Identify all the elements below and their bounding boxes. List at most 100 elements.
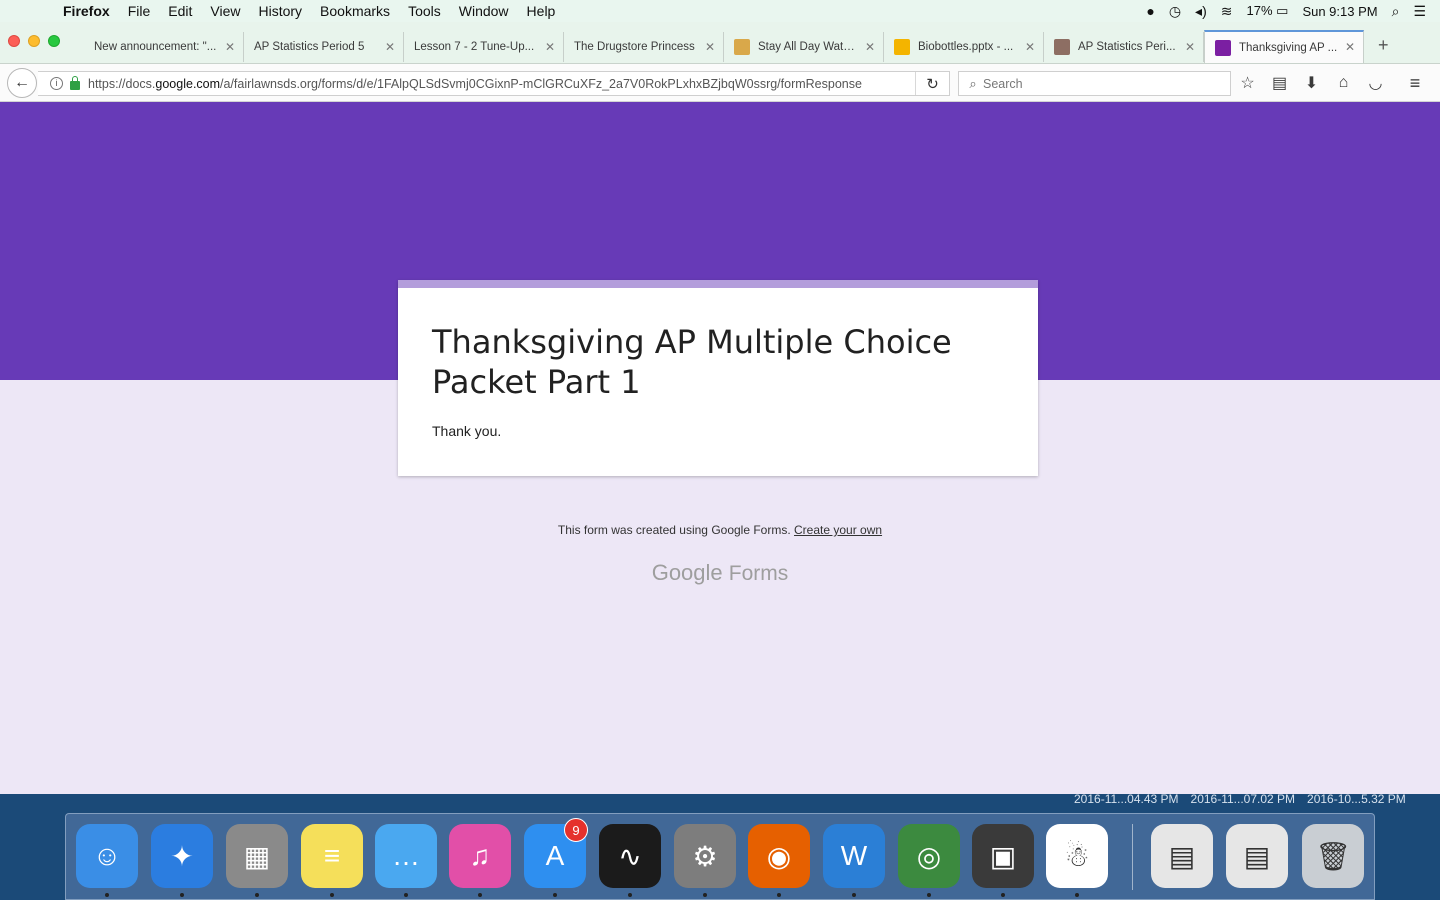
notes-icon[interactable]: ≡ <box>301 824 363 888</box>
browser-tab[interactable]: AP Statistics Peri... ✕ <box>1044 32 1204 62</box>
dock-running-indicator <box>478 893 482 897</box>
form-title: Thanksgiving AP Multiple Choice Packet P… <box>432 323 952 401</box>
hamburger-menu-icon[interactable]: ≡ <box>1402 72 1428 94</box>
dock-running-indicator <box>255 893 259 897</box>
dock-separator <box>1132 824 1133 890</box>
tab-close-icon[interactable]: ✕ <box>1345 40 1355 54</box>
window-zoom-button[interactable] <box>48 35 60 47</box>
tab-title: AP Statistics Peri... <box>1078 41 1176 53</box>
tab-favicon-icon <box>1054 39 1070 55</box>
dock: ☺ ✦ ▦ ≡… ♫ A 9 ∿ ⚙ ◉ W ◎ ▣ ☃ ▤ ▤ 🗑 <box>65 813 1375 900</box>
app-store-icon[interactable]: A9 <box>524 818 588 888</box>
bookmarks-menu-icon[interactable]: ▤ <box>1268 72 1291 94</box>
secure-lock-icon[interactable] <box>70 75 80 90</box>
status-app-icon[interactable]: ● <box>1146 0 1154 22</box>
toolbar-icons: ☆ ▤ ⬇ ⌂ ◡ <box>1236 72 1387 94</box>
spotlight-search-icon[interactable]: ⌕ <box>1392 0 1400 22</box>
tab-close-icon[interactable]: ✕ <box>705 40 715 54</box>
browser-tab[interactable]: Biobottles.pptx - ... ✕ <box>884 32 1044 62</box>
window-close-button[interactable] <box>8 35 20 47</box>
home-icon[interactable]: ⌂ <box>1332 72 1355 94</box>
safari-icon[interactable]: ✦ <box>151 824 213 888</box>
tab-close-icon[interactable]: ✕ <box>1185 40 1195 54</box>
logo-google-word: Google <box>651 560 723 585</box>
search-bar[interactable]: ⌕ Search <box>958 71 1231 96</box>
desktop-file-label[interactable]: 2016-11...04.43 PM <box>1074 792 1179 806</box>
browser-tab[interactable]: AP Statistics Period 5 ✕ <box>244 32 404 62</box>
url-path: /a/fairlawnsds.org/forms/d/e/1FAlpQLSdSv… <box>220 76 862 91</box>
menu-tools[interactable]: Tools <box>399 0 450 22</box>
tab-favicon-icon <box>734 39 750 55</box>
dock-running-indicator <box>553 893 557 897</box>
dock-running-indicator <box>404 893 408 897</box>
url-bar[interactable]: i https://docs.google.com/a/fairlawnsds.… <box>38 71 950 96</box>
downloads-icon[interactable]: ⬇ <box>1300 72 1323 94</box>
tab-favicon-icon <box>894 39 910 55</box>
tab-title: Stay All Day Wate... <box>758 41 859 53</box>
google-forms-logo[interactable]: Google Forms <box>0 560 1440 586</box>
menu-file[interactable]: File <box>119 0 160 22</box>
menu-bar: Firefox File Edit View History Bookmarks… <box>0 0 1440 22</box>
new-tab-button[interactable]: + <box>1378 35 1389 56</box>
browser-tab[interactable]: Lesson 7 - 2 Tune-Up... ✕ <box>404 32 564 62</box>
dock-running-indicator <box>330 893 334 897</box>
reload-button[interactable]: ↻ <box>915 72 949 95</box>
url-host: google.com <box>155 76 221 91</box>
firefox-icon[interactable]: ◉ <box>748 824 810 888</box>
desktop-file-label[interactable]: 2016-10...5.32 PM <box>1307 792 1406 806</box>
menu-window[interactable]: Window <box>450 0 518 22</box>
calculator-icon[interactable]: ▦ <box>226 824 288 888</box>
browser-tab[interactable]: New announcement: "... ✕ <box>84 32 244 62</box>
back-button[interactable]: ← <box>7 68 37 98</box>
pocket-icon[interactable]: ◡ <box>1364 72 1387 94</box>
dock-running-indicator <box>703 893 707 897</box>
window-minimize-button[interactable] <box>28 35 40 47</box>
browser-tab[interactable]: Stay All Day Wate... ✕ <box>724 32 884 62</box>
volume-icon[interactable]: ◂) <box>1195 0 1207 22</box>
site-info-icon[interactable]: i <box>50 77 63 90</box>
itunes-icon[interactable]: ♫ <box>449 824 511 888</box>
browser-tab[interactable]: Thanksgiving AP ... ✕ <box>1204 30 1364 63</box>
back-arrow-icon: ← <box>14 74 30 91</box>
wifi-icon[interactable]: ≋ <box>1221 0 1233 22</box>
printer-icon[interactable]: ▣ <box>972 824 1034 888</box>
tab-close-icon[interactable]: ✕ <box>225 40 235 54</box>
tab-close-icon[interactable]: ✕ <box>545 40 555 54</box>
url-text[interactable]: https://docs.google.com/a/fairlawnsds.or… <box>88 77 915 91</box>
tab-close-icon[interactable]: ✕ <box>1025 40 1035 54</box>
trash-icon[interactable]: 🗑 <box>1302 824 1364 888</box>
tab-title: Biobottles.pptx - ... <box>918 41 1014 53</box>
finder-icon[interactable]: ☺ <box>76 824 138 888</box>
desktop-file-labels: 2016-11...04.43 PM 2016-11...07.02 PM 20… <box>1074 792 1406 806</box>
menu-app-name[interactable]: Firefox <box>54 0 119 22</box>
document-thumbnail-icon[interactable]: ▤ <box>1226 824 1288 888</box>
tab-close-icon[interactable]: ✕ <box>865 40 875 54</box>
tab-title: The Drugstore Princess <box>574 41 695 53</box>
chrome-icon[interactable]: ◎ <box>898 824 960 888</box>
battery-percent[interactable]: 17% ▭ <box>1246 3 1288 19</box>
reload-icon: ↻ <box>926 75 939 93</box>
time-machine-icon[interactable]: ◷ <box>1169 0 1181 22</box>
search-placeholder: Search <box>983 76 1023 91</box>
menu-bookmarks[interactable]: Bookmarks <box>311 0 399 22</box>
podcast-capture-icon[interactable]: ☃ <box>1046 824 1108 888</box>
browser-tab[interactable]: The Drugstore Princess ✕ <box>564 32 724 62</box>
dock-running-indicator <box>1075 893 1079 897</box>
document-thumbnail-icon[interactable]: ▤ <box>1151 824 1213 888</box>
create-your-own-link[interactable]: Create your own <box>794 523 882 537</box>
tab-close-icon[interactable]: ✕ <box>385 40 395 54</box>
bookmark-star-icon[interactable]: ☆ <box>1236 72 1259 94</box>
system-preferences-icon[interactable]: ⚙ <box>674 824 736 888</box>
desktop-file-label[interactable]: 2016-11...07.02 PM <box>1191 792 1296 806</box>
menu-history[interactable]: History <box>249 0 311 22</box>
menu-view[interactable]: View <box>201 0 249 22</box>
notification-center-icon[interactable]: ☰ <box>1413 0 1426 22</box>
menu-edit[interactable]: Edit <box>159 0 201 22</box>
activity-monitor-icon[interactable]: ∿ <box>599 824 661 888</box>
menu-help[interactable]: Help <box>518 0 565 22</box>
messages-icon[interactable]: … <box>375 824 437 888</box>
web-page: Thanksgiving AP Multiple Choice Packet P… <box>0 102 1440 794</box>
word-icon[interactable]: W <box>823 824 885 888</box>
clock[interactable]: Sun 9:13 PM <box>1302 4 1377 19</box>
search-icon: ⌕ <box>969 75 977 91</box>
